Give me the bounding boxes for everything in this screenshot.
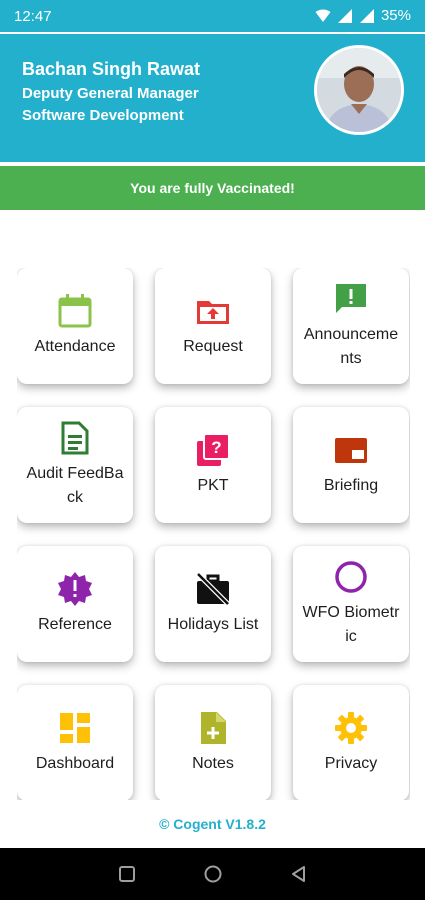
note-add-icon <box>201 712 226 744</box>
svg-text:?: ? <box>211 438 221 457</box>
status-time: 12:47 <box>14 8 52 25</box>
tile-label: PKT <box>197 477 229 494</box>
briefing-icon <box>335 438 367 463</box>
calendar-icon <box>58 294 92 328</box>
request-tile[interactable]: Request <box>155 268 271 384</box>
notes-tile[interactable]: Notes <box>155 685 271 800</box>
quiz-icon: ? <box>197 433 230 466</box>
document-icon <box>61 421 89 455</box>
tile-label: Request <box>183 338 243 355</box>
back-icon[interactable] <box>289 864 309 884</box>
vaccination-text: You are fully Vaccinated! <box>130 180 295 196</box>
home-icon[interactable] <box>203 864 223 884</box>
pkt-tile[interactable]: ? PKT <box>155 407 271 523</box>
no-work-icon <box>196 572 230 606</box>
circle-icon <box>335 561 367 593</box>
tile-label: WFO Biometric <box>302 604 400 645</box>
tile-label: Briefing <box>323 477 379 494</box>
announcement-icon <box>336 284 366 313</box>
gear-icon <box>335 712 367 744</box>
reference-tile[interactable]: Reference <box>17 546 133 662</box>
new-releases-icon <box>58 572 92 606</box>
wifi-icon <box>315 9 331 22</box>
signal-icon <box>359 8 374 23</box>
menu-grid: Attendance Request Announcements Audit F… <box>17 268 410 800</box>
tile-label: Announcements <box>303 326 399 367</box>
user-photo-icon <box>317 48 401 132</box>
tile-label: Attendance <box>34 338 116 355</box>
profile-designation: Deputy General Manager <box>22 85 199 102</box>
wfo-biometric-tile[interactable]: WFO Biometric <box>293 546 409 662</box>
recents-icon[interactable] <box>117 864 137 884</box>
folder-upload-icon <box>197 301 229 324</box>
holidays-list-tile[interactable]: Holidays List <box>155 546 271 662</box>
tile-label: Audit FeedBack <box>26 465 124 506</box>
version-text: © Cogent V1.8.2 <box>159 816 266 832</box>
avatar[interactable] <box>314 45 404 135</box>
briefing-tile[interactable]: Briefing <box>293 407 409 523</box>
dashboard-icon <box>60 713 90 743</box>
vaccination-banner: You are fully Vaccinated! <box>0 166 425 210</box>
tile-label: Dashboard <box>35 755 115 772</box>
attendance-tile[interactable]: Attendance <box>17 268 133 384</box>
profile-department: Software Development <box>22 107 184 124</box>
announcements-tile[interactable]: Announcements <box>293 268 409 384</box>
app-version-footer: © Cogent V1.8.2 <box>0 800 425 848</box>
tile-label: Holidays List <box>167 616 259 633</box>
tile-label: Reference <box>38 616 112 633</box>
signal-icon <box>337 8 352 23</box>
profile-header: Bachan Singh Rawat Deputy General Manage… <box>0 34 425 162</box>
profile-name: Bachan Singh Rawat <box>22 59 201 79</box>
tile-label: Notes <box>192 755 234 772</box>
audit-feedback-tile[interactable]: Audit FeedBack <box>17 407 133 523</box>
dashboard-tile[interactable]: Dashboard <box>17 685 133 800</box>
battery-level: 35% <box>380 7 411 24</box>
status-bar: 12:47 35% <box>0 0 425 34</box>
status-icons: 35% <box>315 7 411 24</box>
tile-label: Privacy <box>324 755 378 772</box>
system-nav-bar <box>0 848 425 900</box>
privacy-tile[interactable]: Privacy <box>293 685 409 800</box>
